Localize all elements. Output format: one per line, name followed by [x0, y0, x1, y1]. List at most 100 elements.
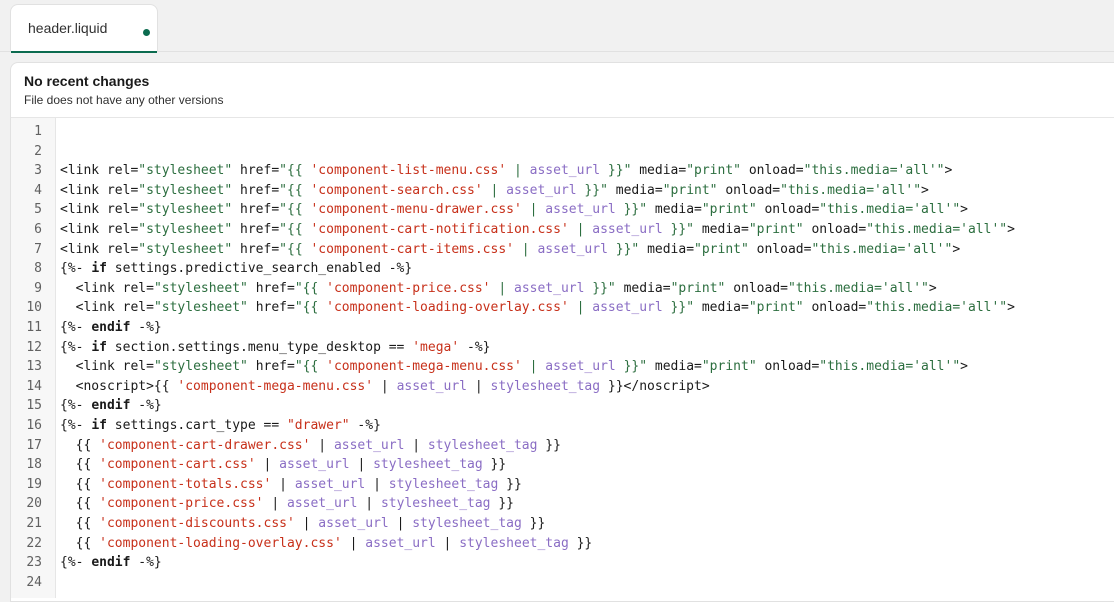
line-code: <link rel="stylesheet" href="{{ 'compone… — [60, 220, 1015, 240]
code-token: | — [568, 222, 593, 237]
code-token: asset_url — [545, 202, 616, 218]
code-line[interactable]: 12 {%- if section.settings.menu_type_desk… — [11, 338, 1111, 358]
code-line[interactable]: 9 <link rel="stylesheet" href="{{ 'compo… — [11, 279, 1111, 299]
file-tab-label: header.liquid — [28, 20, 108, 36]
code-token: "stylesheet" — [153, 280, 248, 296]
code-line[interactable]: 22 {{ 'component-loading-overlay.css' | … — [11, 534, 1111, 554]
code-token: "this.media='all'" — [803, 163, 945, 179]
code-token: "{{ — [279, 163, 311, 179]
code-token: href= — [240, 202, 280, 218]
code-token: }} — [537, 437, 561, 453]
code-line[interactable]: 13 <link rel="stylesheet" href="{{ 'comp… — [11, 357, 1111, 377]
code-line[interactable]: 1 — [11, 122, 1111, 142]
code-token: rel= — [122, 280, 154, 296]
code-token: -%} — [130, 555, 162, 571]
code-token: "this.media='all'" — [866, 300, 1008, 316]
line-number: 18 — [26, 457, 42, 473]
code-line[interactable]: 6 <link rel="stylesheet" href="{{ 'compon… — [11, 220, 1111, 240]
code-token: | — [467, 378, 491, 394]
line-code: {%- endif -%} — [60, 396, 162, 416]
line-number: 1 — [34, 124, 42, 139]
code-line[interactable]: 5 <link rel="stylesheet" href="{{ 'compon… — [11, 200, 1111, 220]
line-code: {{ 'component-totals.css' | asset_url | … — [60, 475, 522, 495]
code-token: > — [1007, 300, 1015, 316]
code-token: 'component-price.css' — [99, 496, 264, 512]
code-line[interactable]: 21 {{ 'component-discounts.css' | asset_… — [11, 514, 1111, 534]
code-line[interactable]: 20 {{ 'component-price.css' | asset_url … — [11, 494, 1111, 514]
code-token: | — [271, 476, 295, 492]
code-token: asset_url — [506, 182, 577, 198]
code-token: 'component-menu-drawer.css' — [310, 202, 522, 218]
code-token: | — [357, 496, 381, 512]
code-token: section.settings.menu_type_desktop == — [106, 339, 413, 355]
code-line[interactable]: 2 — [11, 142, 1111, 162]
code-token: media= — [615, 182, 663, 198]
code-token: 'component-totals.css' — [99, 476, 272, 492]
code-token: onload= — [811, 222, 867, 237]
code-token: > — [944, 163, 953, 179]
code-token: }} — [490, 496, 514, 512]
code-token: 'component-mega-menu.css' — [177, 378, 374, 394]
code-token: <link — [60, 202, 107, 218]
line-code: {{ 'component-cart.css' | asset_url | st… — [60, 455, 507, 475]
code-token: 'component-price.css' — [326, 280, 491, 296]
line-code: <link rel="stylesheet" href="{{ 'compone… — [60, 181, 929, 201]
line-number: 2 — [34, 143, 42, 159]
code-line[interactable]: 19 {{ 'component-totals.css' | asset_url… — [11, 475, 1111, 495]
code-token: "print" — [670, 280, 726, 296]
code-line[interactable]: 4 <link rel="stylesheet" href="{{ 'compon… — [11, 181, 1111, 201]
code-token: 'component-loading-overlay.css' — [326, 300, 569, 316]
code-token: onload= — [811, 300, 867, 316]
line-number: 16 — [26, 418, 42, 433]
code-line[interactable]: 10 <link rel="stylesheet" href="{{ 'comp… — [11, 298, 1111, 318]
code-token: rel= — [106, 241, 139, 257]
code-token: asset_url — [287, 496, 358, 512]
code-line[interactable]: 3 <link rel="stylesheet" href="{{ 'compon… — [11, 161, 1111, 181]
line-number: 14 — [26, 378, 42, 394]
line-number: 8 — [34, 261, 42, 277]
line-number: 23 — [26, 555, 42, 571]
code-token: settings.cart_type == — [106, 418, 287, 433]
code-line[interactable]: 8 {%- if settings.predictive_search_enabl… — [11, 259, 1111, 279]
code-line[interactable]: 18 {{ 'component-cart.css' | asset_url |… — [11, 455, 1111, 475]
code-token: media= — [654, 202, 702, 218]
file-tab-header-liquid[interactable]: header.liquid — [10, 4, 158, 53]
code-token: "this.media='all'" — [811, 241, 953, 257]
code-line[interactable]: 11 {%- endif -%} — [11, 318, 1111, 338]
line-code: {%- if settings.predictive_search_enable… — [60, 259, 412, 279]
code-line[interactable]: 16 {%- if settings.cart_type == "drawer" … — [11, 416, 1111, 436]
line-code: <noscript>{{ 'component-mega-menu.css' |… — [60, 377, 710, 397]
code-token: if — [91, 418, 107, 433]
code-line[interactable]: 15 {%- endif -%} — [11, 396, 1111, 416]
code-token: asset_url — [529, 163, 601, 179]
code-token: onload= — [764, 359, 820, 375]
code-token: {{ — [60, 535, 100, 551]
code-line[interactable]: 7 <link rel="stylesheet" href="{{ 'compon… — [11, 240, 1111, 260]
line-code: {%- if section.settings.menu_type_deskto… — [60, 338, 491, 358]
code-token: "print" — [686, 163, 741, 179]
code-editor[interactable]: 1 2 3 <link rel="stylesheet" href="{{ 'comp… — [11, 118, 1114, 598]
code-token: | — [349, 457, 374, 473]
code-token: media= — [654, 359, 702, 375]
code-line[interactable]: 23 {%- endif -%} — [11, 553, 1111, 573]
line-number: 3 — [34, 163, 42, 179]
code-token: | — [373, 378, 397, 394]
code-token: "stylesheet" — [153, 300, 248, 316]
code-token: 'mega' — [412, 339, 460, 355]
line-code: <link rel="stylesheet" href="{{ 'compone… — [60, 161, 952, 181]
code-token: }}" — [615, 359, 648, 375]
code-line[interactable]: 24 — [11, 573, 1111, 593]
code-line[interactable]: 14 <noscript>{{ 'component-mega-menu.css… — [11, 377, 1111, 397]
line-code: <link rel="stylesheet" href="{{ 'compone… — [60, 357, 968, 377]
code-line[interactable]: 17 {{ 'component-cart-drawer.css' | asse… — [11, 436, 1111, 456]
line-number: 12 — [26, 339, 42, 355]
line-number: 19 — [26, 476, 42, 492]
line-number: 24 — [26, 574, 42, 590]
code-token: asset_url — [318, 516, 389, 531]
